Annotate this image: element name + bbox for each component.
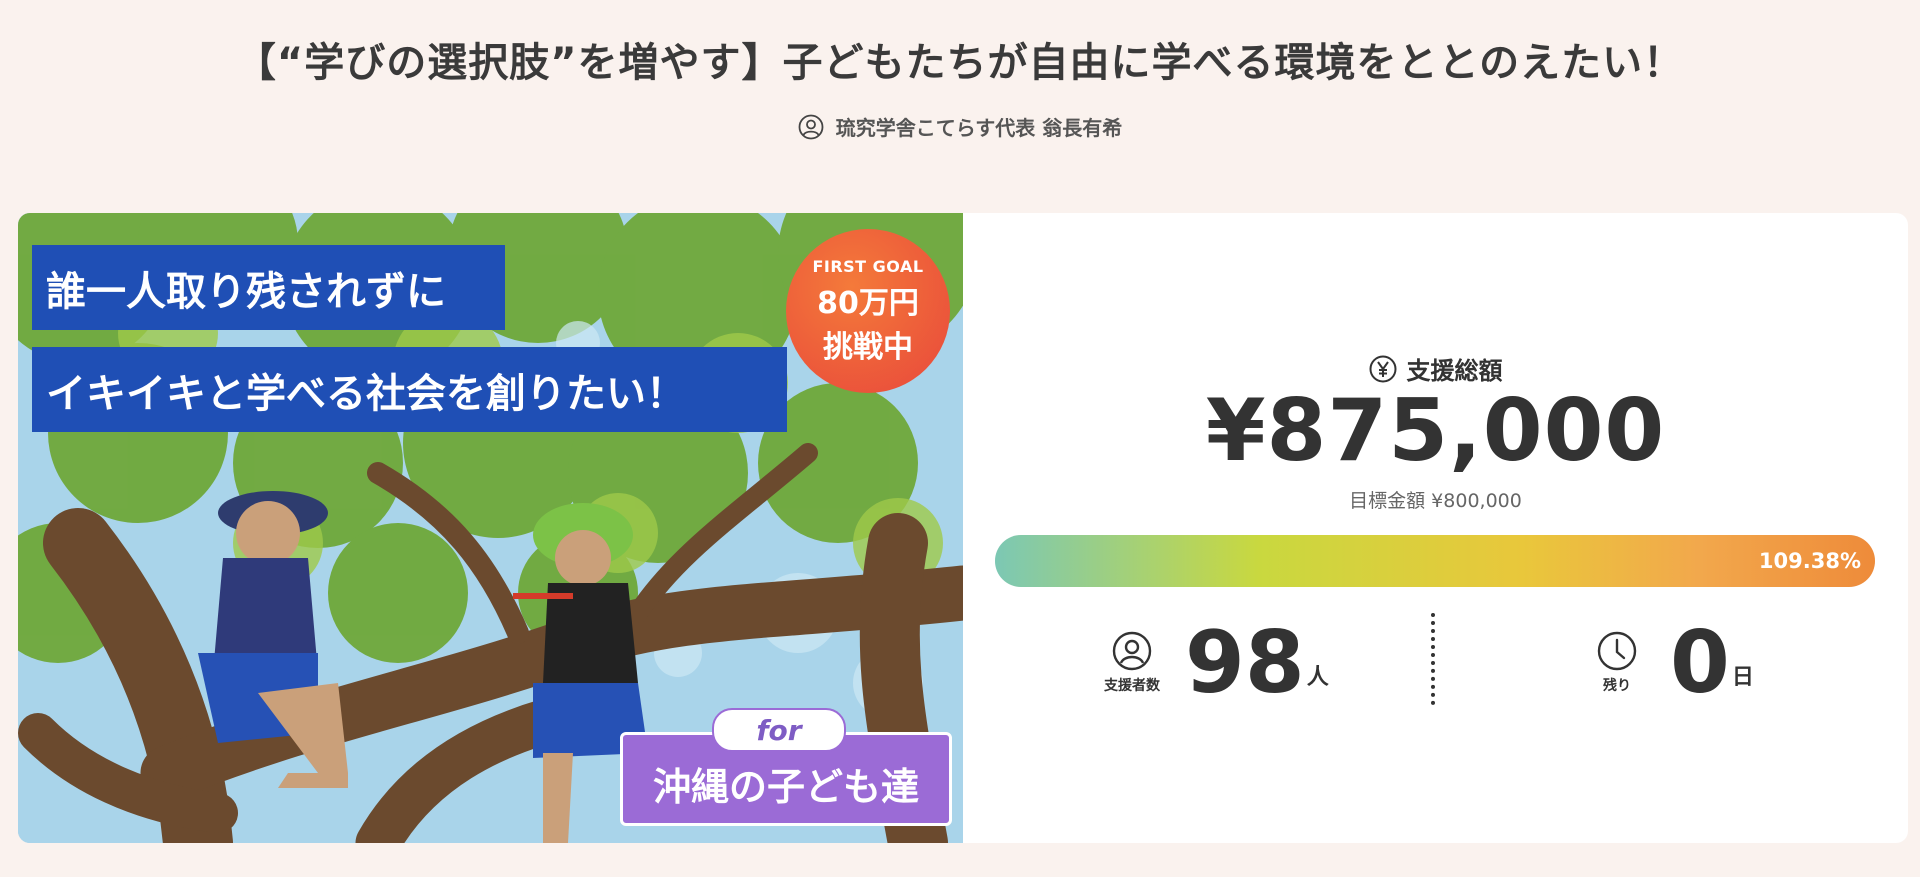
hero-banner-line2: イキイキと学べる社会を創りたい！: [32, 347, 787, 432]
remaining-days-count: 0: [1670, 613, 1730, 713]
target-amount: 目標金額 ¥800,000: [1349, 490, 1522, 512]
badge-line1: FIRST GOAL: [812, 256, 924, 276]
stats-divider: [1431, 613, 1435, 705]
supporters-stat: 支援者数 98 人: [1093, 613, 1329, 713]
clock-icon: [1597, 631, 1637, 671]
progress-fill: [995, 535, 1875, 587]
person-icon: [798, 114, 824, 139]
hero-banner-line1: 誰一人取り残されずに: [32, 245, 505, 330]
owner-name: 琉究学舎こてらす代表 翁長有希: [835, 116, 1123, 140]
supporters-label: 支援者数: [1104, 678, 1160, 694]
remaining-days-unit: 日: [1731, 665, 1754, 690]
supporters-unit: 人: [1306, 665, 1329, 690]
funding-stats-panel: 支援総額 ¥875,000 目標金額 ¥800,000 109.38% 支援者数…: [963, 213, 1908, 843]
remaining-days-stat: 残り 0 日: [1578, 613, 1754, 713]
yen-icon: [1369, 355, 1396, 382]
project-hero-image: 誰一人取り残されずに イキイキと学べる社会を創りたい！ FIRST GOAL 8…: [18, 213, 963, 843]
project-owner[interactable]: 琉究学舎こてらす代表 翁長有希: [0, 112, 1920, 141]
badge-line3: 挑戦中: [823, 329, 913, 365]
funding-progress-bar: 109.38%: [995, 535, 1875, 587]
project-title: 【“学びの選択肢”を増やす】子どもたちが自由に学べる環境をととのえたい！: [235, 40, 1685, 86]
remaining-label: 残り: [1603, 678, 1631, 694]
target-audience-tag: 沖縄の子ども達 for: [620, 708, 952, 828]
badge-line2: 80万円: [817, 285, 919, 321]
supporters-count: 98: [1185, 613, 1305, 713]
for-label: for: [712, 708, 846, 752]
progress-percent: 109.38%: [1758, 549, 1861, 573]
first-goal-badge: FIRST GOAL 80万円 挑戦中: [786, 229, 950, 393]
total-support-amount: ¥875,000: [1205, 381, 1666, 481]
person-icon: [1112, 631, 1152, 671]
